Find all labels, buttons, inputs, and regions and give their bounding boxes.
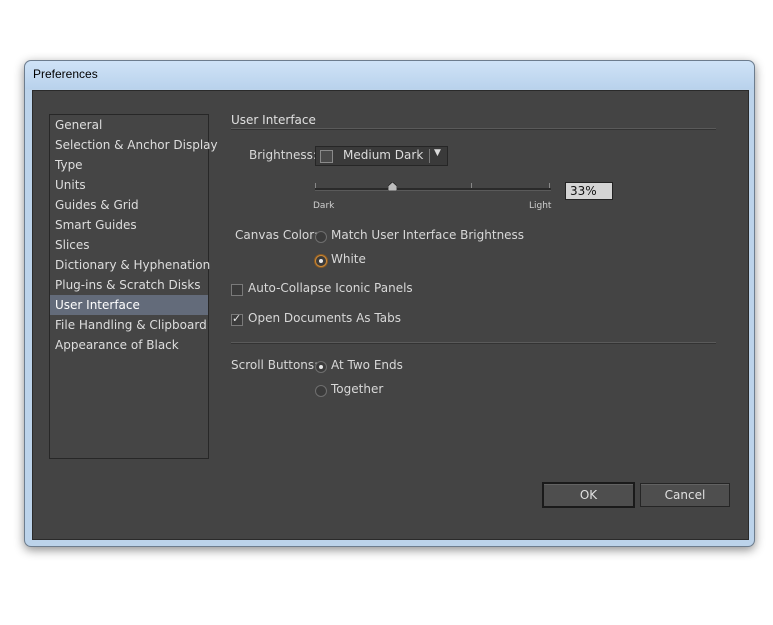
open-docs-tabs-checkbox[interactable]: ✓ — [231, 312, 243, 326]
auto-collapse-label[interactable]: Auto-Collapse Iconic Panels — [248, 281, 413, 295]
heading-divider — [231, 128, 716, 130]
section-divider — [231, 342, 716, 344]
checkmark-icon: ✓ — [232, 312, 242, 325]
open-docs-tabs-label[interactable]: Open Documents As Tabs — [248, 311, 401, 325]
category-item-plugins-scratch-disks[interactable]: Plug-ins & Scratch Disks — [50, 275, 208, 295]
radio-at-two-ends-label[interactable]: At Two Ends — [331, 358, 403, 372]
slider-tick — [471, 183, 472, 188]
slider-tick — [549, 183, 550, 188]
brightness-label: Brightness: — [249, 148, 317, 162]
radio-together[interactable] — [315, 385, 327, 397]
brightness-slider[interactable] — [315, 182, 551, 191]
radio-match-ui-brightness[interactable] — [315, 231, 327, 243]
slider-max-label: Light — [529, 201, 552, 211]
brightness-percent-field[interactable]: 33% — [565, 182, 613, 200]
section-heading: User Interface — [231, 113, 316, 127]
category-item-smart-guides[interactable]: Smart Guides — [50, 215, 208, 235]
scroll-buttons-label: Scroll Buttons: — [231, 358, 319, 372]
category-item-type[interactable]: Type — [50, 155, 208, 175]
title-bar[interactable]: Preferences — [25, 61, 754, 89]
category-list: General Selection & Anchor Display Type … — [49, 114, 218, 459]
dropdown-arrow-icon[interactable]: ▼ — [434, 148, 441, 158]
brightness-swatch — [320, 150, 333, 163]
category-item-selection-anchor-display[interactable]: Selection & Anchor Display — [50, 135, 218, 155]
auto-collapse-checkbox[interactable] — [231, 284, 243, 296]
dropdown-separator — [429, 149, 430, 163]
category-item-file-handling-clipboard[interactable]: File Handling & Clipboard — [50, 315, 208, 335]
category-item-slices[interactable]: Slices — [50, 235, 208, 255]
category-item-units[interactable]: Units — [50, 175, 208, 195]
radio-together-label[interactable]: Together — [331, 382, 383, 396]
slider-thumb-icon[interactable] — [388, 182, 398, 191]
category-item-user-interface[interactable]: User Interface — [50, 295, 208, 315]
radio-white[interactable] — [315, 255, 327, 267]
window-title: Preferences — [33, 67, 98, 81]
category-item-appearance-of-black[interactable]: Appearance of Black — [50, 335, 208, 355]
preferences-window: Preferences General Selection & Anchor D… — [24, 60, 755, 547]
category-item-dictionary-hyphenation[interactable]: Dictionary & Hyphenation — [50, 255, 210, 275]
brightness-value: Medium Dark — [343, 148, 424, 162]
ok-button[interactable]: OK — [542, 482, 635, 508]
radio-at-two-ends[interactable] — [315, 361, 327, 373]
radio-match-ui-brightness-label[interactable]: Match User Interface Brightness — [331, 228, 524, 242]
dialog-body: General Selection & Anchor Display Type … — [32, 90, 749, 540]
slider-min-label: Dark — [313, 201, 335, 211]
canvas-color-label: Canvas Color: — [235, 228, 319, 242]
radio-white-label[interactable]: White — [331, 252, 366, 266]
brightness-dropdown[interactable]: Medium Dark ▼ — [315, 146, 448, 166]
slider-tick — [315, 183, 316, 188]
cancel-button[interactable]: Cancel — [640, 483, 730, 507]
category-item-general[interactable]: General — [50, 115, 208, 135]
category-item-guides-grid[interactable]: Guides & Grid — [50, 195, 208, 215]
